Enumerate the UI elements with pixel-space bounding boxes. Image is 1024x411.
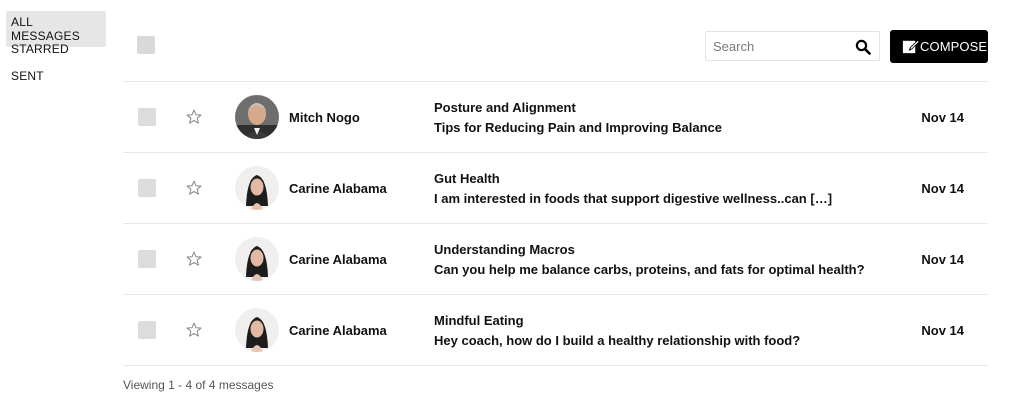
- viewing-status: Viewing 1 - 4 of 4 messages: [123, 378, 274, 392]
- message-date: Nov 14: [921, 252, 964, 267]
- sidebar: ALL MESSAGES STARRED SENT: [6, 11, 106, 92]
- sender-name: Carine Alabama: [289, 181, 387, 196]
- sender-name: Mitch Nogo: [289, 110, 360, 125]
- message-row[interactable]: Carine Alabama Understanding Macros Can …: [123, 224, 988, 295]
- message-date: Nov 14: [921, 110, 964, 125]
- avatar: [235, 95, 279, 139]
- message-date: Nov 14: [921, 323, 964, 338]
- message-row[interactable]: Carine Alabama Mindful Eating Hey coach,…: [123, 295, 988, 366]
- star-icon[interactable]: [185, 250, 203, 268]
- search-input[interactable]: [706, 32, 853, 60]
- message-subject: Mindful Eating: [434, 313, 524, 328]
- compose-button[interactable]: COMPOSE: [890, 30, 988, 63]
- message-preview: Can you help me balance carbs, proteins,…: [434, 262, 865, 277]
- search-box: [705, 31, 880, 61]
- message-preview: Tips for Reducing Pain and Improving Bal…: [434, 120, 722, 135]
- compose-icon: [902, 39, 920, 54]
- message-preview: Hey coach, how do I build a healthy rela…: [434, 333, 801, 348]
- message-date: Nov 14: [921, 181, 964, 196]
- row-checkbox[interactable]: [138, 250, 156, 268]
- message-subject: Posture and Alignment: [434, 100, 576, 115]
- message-row[interactable]: Carine Alabama Gut Health I am intereste…: [123, 153, 988, 224]
- star-icon[interactable]: [185, 108, 203, 126]
- select-all-checkbox[interactable]: [137, 36, 155, 54]
- sender-name: Carine Alabama: [289, 252, 387, 267]
- sidebar-item-starred[interactable]: STARRED: [6, 38, 75, 60]
- message-subject: Gut Health: [434, 171, 500, 186]
- sender-name: Carine Alabama: [289, 323, 387, 338]
- sidebar-item-sent[interactable]: SENT: [6, 65, 50, 87]
- star-icon[interactable]: [185, 179, 203, 197]
- row-checkbox[interactable]: [138, 179, 156, 197]
- row-checkbox[interactable]: [138, 321, 156, 339]
- message-list: Mitch Nogo Posture and Alignment Tips fo…: [123, 81, 988, 366]
- message-row[interactable]: Mitch Nogo Posture and Alignment Tips fo…: [123, 82, 988, 153]
- compose-label: COMPOSE: [920, 39, 988, 54]
- star-icon[interactable]: [185, 321, 203, 339]
- search-icon[interactable]: [855, 39, 871, 55]
- avatar: [235, 308, 279, 352]
- avatar: [235, 166, 279, 210]
- message-subject: Understanding Macros: [434, 242, 575, 257]
- row-checkbox[interactable]: [138, 108, 156, 126]
- avatar: [235, 237, 279, 281]
- message-preview: I am interested in foods that support di…: [434, 191, 833, 206]
